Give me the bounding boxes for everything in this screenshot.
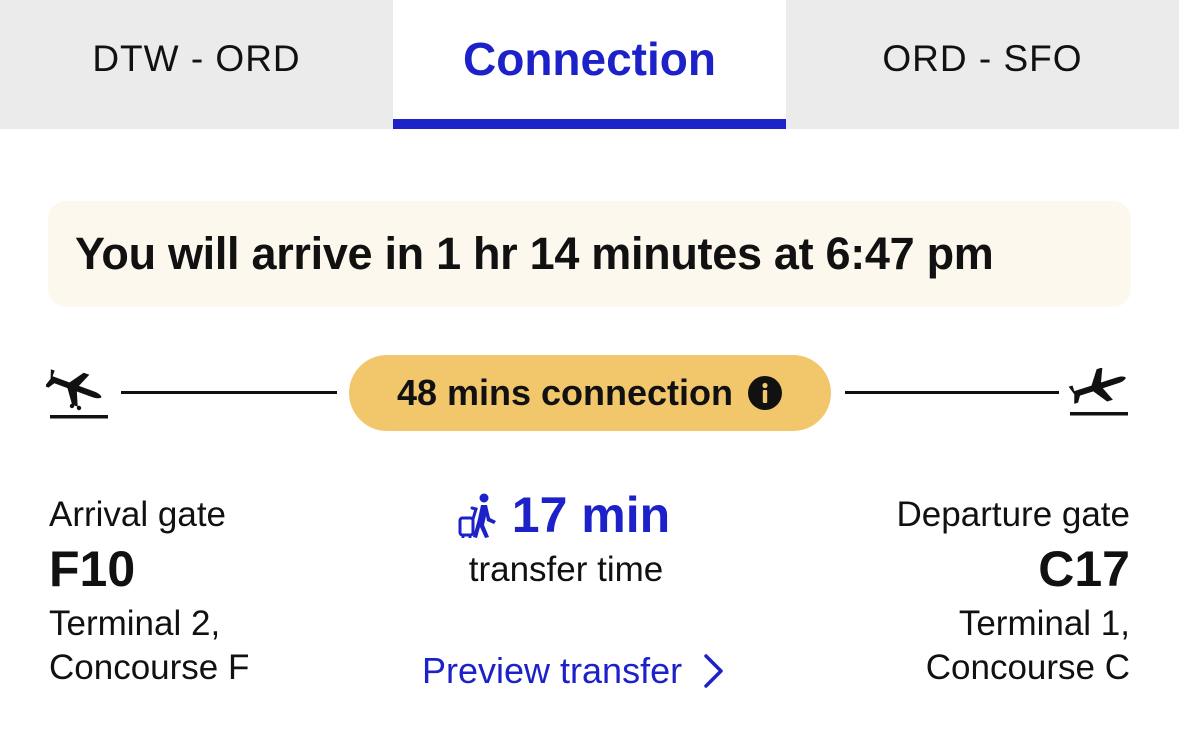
plane-takeoff-icon	[1068, 368, 1128, 416]
transfer-subtitle: transfer time	[468, 550, 664, 589]
connection-timeline: 48 mins connection	[0, 350, 1179, 440]
arrival-banner: You will arrive in 1 hr 14 minutes at 6:…	[48, 201, 1131, 307]
departure-gate-label: Departure gate	[896, 495, 1130, 534]
transfer-info: 17 min transfer time	[380, 484, 800, 590]
arrival-gate-code: F10	[49, 541, 136, 597]
info-icon[interactable]	[747, 375, 783, 411]
tab-label: Connection	[463, 32, 716, 85]
tab-label: DTW - ORD	[92, 37, 301, 79]
transfer-time-row: 17 min	[380, 484, 800, 546]
preview-transfer-label: Preview transfer	[422, 650, 683, 691]
departure-gate-info: Departure gate C17 Terminal 1, Concourse…	[800, 494, 1130, 690]
arrival-gate-label: Arrival gate	[49, 495, 227, 534]
preview-transfer-link[interactable]: Preview transfer	[422, 646, 726, 696]
timeline-line-left	[121, 391, 337, 394]
connection-screen: DTW - ORD Connection ORD - SFO You will …	[0, 0, 1179, 730]
arrival-concourse: Concourse F	[49, 648, 250, 687]
flight-tabs: DTW - ORD Connection ORD - SFO	[0, 0, 1179, 129]
tab-label: ORD - SFO	[882, 37, 1083, 79]
departure-terminal: Terminal 1,	[958, 604, 1130, 643]
chevron-right-icon	[704, 654, 723, 688]
connection-duration: 48 mins connection	[396, 372, 734, 413]
transfer-minutes: 17 min	[511, 487, 671, 543]
tab-connection[interactable]: Connection	[393, 0, 786, 129]
tab-dtw-ord[interactable]: DTW - ORD	[0, 0, 393, 129]
departure-concourse: Concourse C	[925, 648, 1130, 687]
connection-pill[interactable]: 48 mins connection	[349, 355, 831, 431]
timeline-line-right	[845, 391, 1059, 394]
walking-with-luggage-icon	[458, 493, 496, 538]
plane-landing-icon	[46, 369, 108, 419]
tab-ord-sfo[interactable]: ORD - SFO	[786, 0, 1179, 129]
arrival-terminal: Terminal 2,	[49, 604, 221, 643]
arrival-banner-text: You will arrive in 1 hr 14 minutes at 6:…	[75, 228, 994, 279]
arrival-gate-info: Arrival gate F10 Terminal 2, Concourse F	[49, 494, 379, 690]
departure-gate-code: C17	[1038, 541, 1130, 597]
